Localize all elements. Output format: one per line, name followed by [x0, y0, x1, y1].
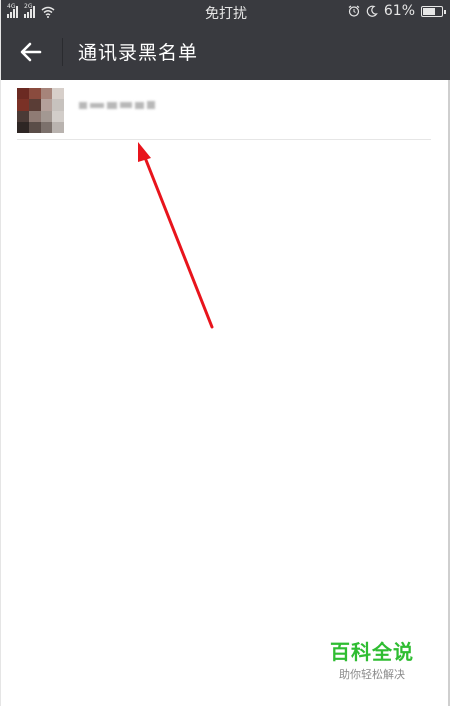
annotation-arrow	[138, 142, 214, 329]
screen: 4G 2G 免打扰 61% 通讯录黑名单 百科全说 助你轻松解决	[0, 0, 450, 706]
watermark-subtitle: 助你轻松解决	[339, 668, 405, 681]
watermark-logo: 百科全说 助你轻松解决	[327, 636, 417, 682]
watermark-title: 百科全说	[330, 640, 414, 664]
